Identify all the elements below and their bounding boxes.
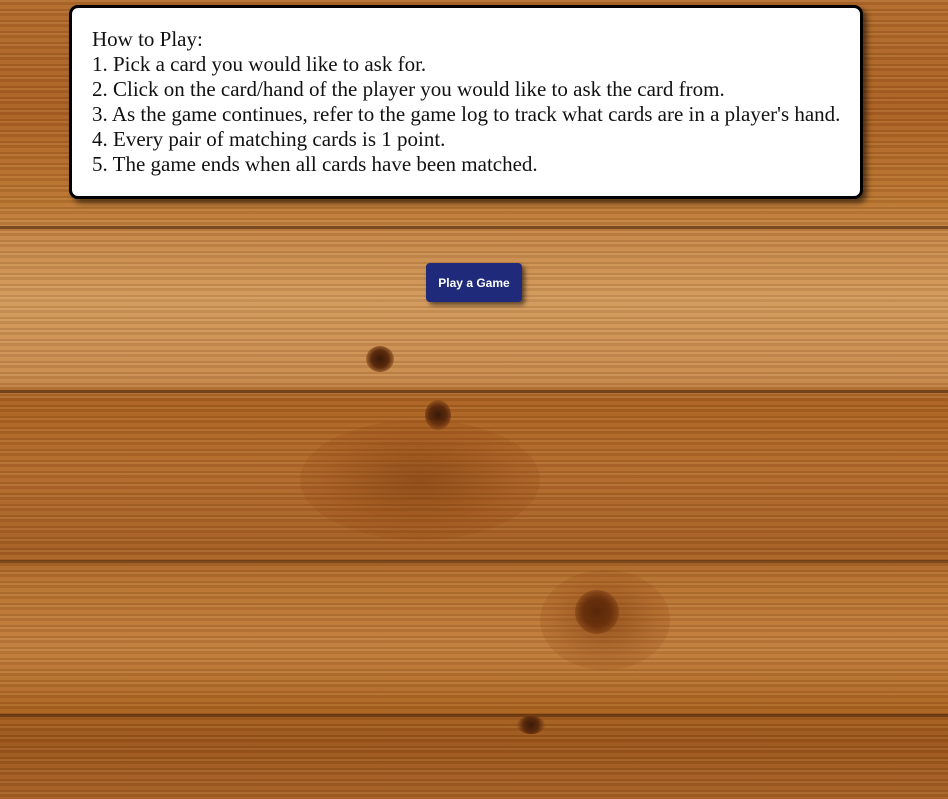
wood-knot bbox=[366, 346, 394, 372]
wood-stain bbox=[300, 420, 540, 540]
wood-knot bbox=[517, 716, 545, 734]
how-to-play-panel: How to Play: 1. Pick a card you would li… bbox=[69, 5, 863, 199]
how-to-play-title: How to Play: bbox=[92, 27, 203, 51]
instruction-step: 3. As the game continues, refer to the g… bbox=[92, 102, 841, 126]
instruction-step: 1. Pick a card you would like to ask for… bbox=[92, 52, 427, 76]
instruction-step: 4. Every pair of matching cards is 1 poi… bbox=[92, 127, 446, 151]
game-table: { "instructions": { "title": "How to Pla… bbox=[0, 0, 948, 799]
wood-stain bbox=[540, 570, 670, 670]
instruction-step: 5. The game ends when all cards have bee… bbox=[92, 152, 538, 176]
play-game-button[interactable]: Play a Game bbox=[426, 263, 522, 302]
instruction-step: 2. Click on the card/hand of the player … bbox=[92, 77, 725, 101]
